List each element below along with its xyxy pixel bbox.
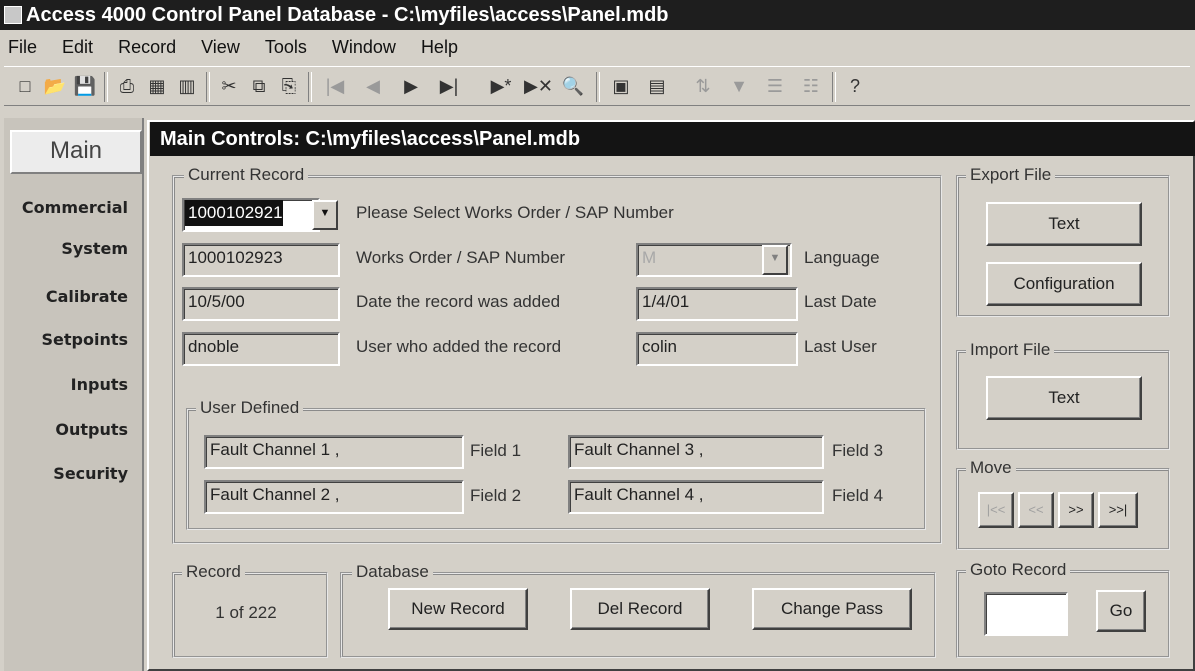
last-record-icon[interactable]: ▶| (436, 73, 462, 99)
form-title-bar: Main Controls: C:\myfiles\access\Panel.m… (150, 122, 1195, 156)
goto-record-label: Goto Record (966, 560, 1071, 580)
apply-filter-icon[interactable]: ☰ (762, 73, 788, 99)
last-user-label: Last User (804, 337, 877, 356)
nav-item-commercial[interactable]: Commercial (4, 198, 140, 217)
new-record-button[interactable]: New Record (388, 588, 528, 630)
menu-record[interactable]: Record (108, 32, 186, 62)
user-added-label: User who added the record (356, 337, 562, 356)
configuration-button[interactable]: Configuration (986, 262, 1142, 306)
next-record-icon[interactable]: ▶ (398, 73, 424, 99)
move-first-button[interactable]: |<< (978, 492, 1014, 528)
first-record-icon[interactable]: |◀ (322, 73, 348, 99)
app-title-bar: Access 4000 Control Panel Database - C:\… (0, 0, 1195, 30)
record-counter: 1 of 222 (215, 603, 277, 622)
database-group-label: Database (352, 562, 433, 582)
field2-label: Field 2 (470, 486, 522, 505)
copy-icon[interactable]: ⧉ (246, 73, 272, 99)
works-order-label: Works Order / SAP Number (356, 248, 566, 267)
go-button[interactable]: Go (1096, 590, 1146, 632)
paste-icon[interactable]: ⎘ (276, 73, 302, 99)
record-combo[interactable]: 1000102921 (182, 198, 320, 232)
menu-edit[interactable]: Edit (52, 32, 103, 62)
move-label: Move (966, 458, 1016, 478)
cut-icon[interactable]: ✂ (216, 73, 242, 99)
menu-bar: File Edit Record View Tools Window Help (0, 32, 1195, 62)
nav-main-button[interactable]: Main (10, 130, 142, 174)
import-text-button[interactable]: Text (986, 376, 1142, 420)
goto-record-input[interactable] (984, 592, 1068, 636)
help-icon[interactable]: ? (842, 73, 868, 99)
menu-view[interactable]: View (191, 32, 250, 62)
new-file-icon[interactable]: □ (12, 73, 38, 99)
combo-dropdown-icon[interactable]: ▼ (312, 200, 338, 230)
last-date-field[interactable]: 1/4/01 (636, 287, 798, 321)
language-value: M (642, 248, 657, 267)
user-defined-label: User Defined (196, 398, 304, 418)
record-group-label: Record (182, 562, 245, 582)
app-title: Access 4000 Control Panel Database - C:\… (26, 4, 669, 26)
field4-label: Field 4 (832, 486, 884, 505)
field2-input[interactable]: Fault Channel 2 , (204, 480, 464, 514)
form-title: Main Controls: C:\myfiles\access\Panel.m… (160, 128, 581, 150)
menu-tools[interactable]: Tools (255, 32, 317, 62)
nav-item-setpoints[interactable]: Setpoints (4, 330, 140, 349)
last-date-label: Last Date (804, 292, 877, 311)
current-record-label: Current Record (184, 165, 309, 185)
menu-help[interactable]: Help (411, 32, 468, 62)
toolbar: □ 📂 💾 ⎙ ▦ ▥ ✂ ⧉ ⎘ |◀ ◀ ▶ ▶| ▶* ▶✕ 🔍 ▣ ▤ … (4, 66, 1190, 106)
open-icon[interactable]: 📂 (42, 73, 68, 99)
remove-filter-icon[interactable]: ☷ (798, 73, 824, 99)
import-file-label: Import File (966, 340, 1055, 360)
move-next-button[interactable]: >> (1058, 492, 1094, 528)
nav-item-inputs[interactable]: Inputs (4, 375, 140, 394)
language-dropdown-icon[interactable]: ▼ (762, 245, 788, 275)
field1-label: Field 1 (470, 441, 522, 460)
field3-input[interactable]: Fault Channel 3 , (568, 435, 824, 469)
app-icon (4, 6, 22, 24)
menu-window[interactable]: Window (322, 32, 406, 62)
find-icon[interactable]: 🔍 (560, 73, 586, 99)
print-preview-icon[interactable]: ▦ (144, 73, 170, 99)
database-icon[interactable]: ▣ (608, 73, 634, 99)
side-nav: Main Commercial System Calibrate Setpoin… (4, 118, 144, 671)
last-user-field[interactable]: colin (636, 332, 798, 366)
record-combo-value: 1000102921 (185, 200, 283, 226)
move-last-button[interactable]: >>| (1098, 492, 1138, 528)
export-file-label: Export File (966, 165, 1056, 185)
date-added-field[interactable]: 10/5/00 (182, 287, 340, 321)
form-icon[interactable]: ▤ (644, 73, 670, 99)
nav-item-calibrate[interactable]: Calibrate (4, 287, 140, 306)
filter-icon[interactable]: ▼ (726, 73, 752, 99)
del-record-button[interactable]: Del Record (570, 588, 710, 630)
save-icon[interactable]: 💾 (72, 73, 98, 99)
print-icon[interactable]: ⎙ (114, 73, 140, 99)
nav-item-outputs[interactable]: Outputs (4, 420, 140, 439)
field3-label: Field 3 (832, 441, 884, 460)
change-pass-button[interactable]: Change Pass (752, 588, 912, 630)
language-label: Language (804, 248, 880, 267)
previous-record-icon[interactable]: ◀ (360, 73, 386, 99)
menu-file[interactable]: File (0, 32, 47, 62)
nav-item-security[interactable]: Security (4, 464, 140, 483)
nav-item-system[interactable]: System (4, 239, 140, 258)
clipboard-icon[interactable]: ▥ (174, 73, 200, 99)
field4-input[interactable]: Fault Channel 4 , (568, 480, 824, 514)
select-order-label: Please Select Works Order / SAP Number (356, 203, 674, 222)
sort-icon[interactable]: ⇅ (690, 73, 716, 99)
new-record-icon[interactable]: ▶* (488, 73, 514, 99)
export-text-button[interactable]: Text (986, 202, 1142, 246)
move-prev-button[interactable]: << (1018, 492, 1054, 528)
date-added-label: Date the record was added (356, 292, 561, 311)
user-added-field[interactable]: dnoble (182, 332, 340, 366)
field1-input[interactable]: Fault Channel 1 , (204, 435, 464, 469)
works-order-field[interactable]: 1000102923 (182, 243, 340, 277)
delete-record-icon[interactable]: ▶✕ (524, 73, 553, 99)
